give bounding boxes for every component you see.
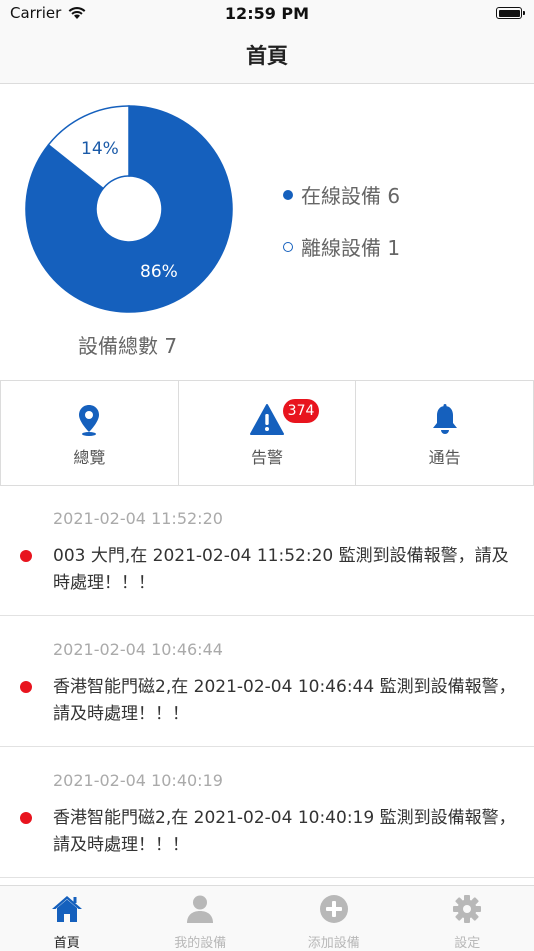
tab-settings-label: 設定 [454, 932, 480, 951]
navigation-bar: 首頁 [0, 28, 534, 84]
alert-message: 香港智能門磁2,在 2021-02-04 10:40:19 監測到設備報警，請及… [53, 805, 518, 859]
list-item[interactable]: 2021-02-04 11:52:20 003 大門,在 2021-02-04 … [0, 485, 534, 616]
tab-home[interactable]: 首頁 [0, 886, 134, 951]
alarm-label: 告警 [251, 444, 283, 468]
device-total: 設備總數 7 [78, 330, 177, 359]
device-summary: 86% 14% 在線設備 6 離線設備 1 設備總數 7 [0, 84, 534, 380]
page-title: 首頁 [0, 40, 534, 70]
notice-label: 通告 [429, 444, 461, 468]
list-item[interactable]: 2021-02-04 10:46:44 香港智能門磁2,在 2021-02-04… [0, 616, 534, 747]
notice-button[interactable]: 通告 [356, 381, 534, 485]
alert-message: 香港智能門磁2,在 2021-02-04 10:46:44 監測到設備報警，請及… [53, 674, 518, 728]
status-bar: Carrier 12:59 PM [0, 0, 534, 28]
user-icon [184, 894, 216, 924]
alert-message: 003 大門,在 2021-02-04 11:52:20 監測到設備報警，請及時… [53, 543, 518, 597]
alert-timestamp: 2021-02-04 11:52:20 [53, 509, 223, 528]
quick-actions: 總覽 374 告警 通告 [0, 380, 534, 486]
home-icon [51, 894, 83, 924]
legend-offline-label: 離線設備 1 [301, 232, 400, 261]
overview-button[interactable]: 總覽 [0, 381, 179, 485]
tab-home-label: 首頁 [54, 932, 80, 951]
alert-dot-icon [20, 812, 32, 824]
plus-circle-icon [318, 894, 350, 924]
legend-dot-filled-icon [283, 190, 293, 200]
warning-icon [249, 402, 285, 438]
gear-icon [451, 894, 483, 924]
alert-timestamp: 2021-02-04 10:40:19 [53, 771, 223, 790]
battery-icon [496, 7, 522, 19]
list-item[interactable]: 2021-02-04 10:40:19 香港智能門磁2,在 2021-02-04… [0, 747, 534, 878]
clock: 12:59 PM [0, 4, 534, 23]
alert-timestamp: 2021-02-04 10:46:44 [53, 640, 223, 659]
tab-add-device-label: 添加設備 [308, 932, 360, 951]
alert-list: 2021-02-04 11:52:20 003 大門,在 2021-02-04 … [0, 485, 534, 885]
pie-label-offline: 14% [81, 139, 119, 159]
legend-dot-hollow-icon [283, 242, 293, 252]
alarm-count-badge: 374 [283, 399, 320, 423]
overview-label: 總覽 [73, 444, 105, 468]
alarm-button[interactable]: 374 告警 [179, 381, 357, 485]
pie-label-online: 86% [140, 262, 178, 282]
tab-add-device[interactable]: 添加設備 [267, 886, 401, 951]
legend-online: 在線設備 6 [283, 180, 400, 209]
tab-settings[interactable]: 設定 [401, 886, 534, 951]
tab-my-devices-label: 我的設備 [174, 932, 226, 951]
legend-online-label: 在線設備 6 [301, 180, 400, 209]
alert-dot-icon [20, 550, 32, 562]
tab-my-devices[interactable]: 我的設備 [134, 886, 268, 951]
tab-bar: 首頁 我的設備 添加設備 [0, 885, 534, 951]
device-donut-chart [24, 104, 234, 314]
alert-dot-icon [20, 681, 32, 693]
legend-offline: 離線設備 1 [283, 232, 400, 261]
location-pin-icon [71, 402, 107, 438]
bell-icon [427, 402, 463, 438]
